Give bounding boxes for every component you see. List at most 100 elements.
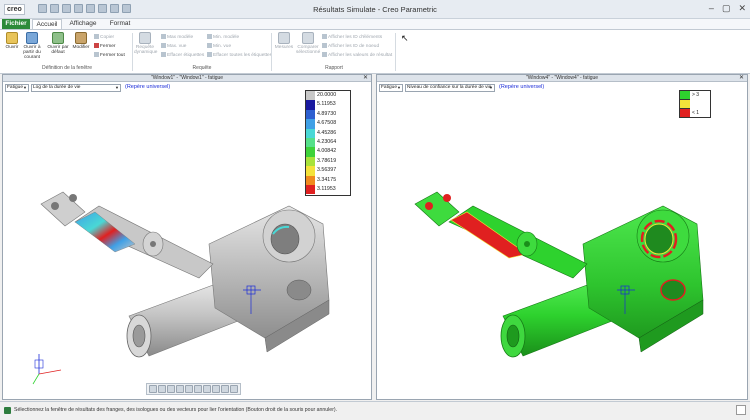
chevron-down-icon: ▼ bbox=[23, 85, 27, 90]
status-bar: Sélectionnez la fenêtre de résultats des… bbox=[0, 401, 750, 420]
node-id-icon bbox=[322, 43, 327, 48]
close-icon[interactable]: ✕ bbox=[739, 75, 744, 82]
tab-home[interactable]: Accueil bbox=[32, 19, 62, 29]
default-window-icon bbox=[52, 32, 64, 44]
copy-button[interactable]: Copier bbox=[94, 34, 114, 40]
result-window-left[interactable]: "Window1" - "Window1" - fatigue ✕ Fatigu… bbox=[2, 74, 372, 400]
show-result-values-button[interactable]: Afficher les valeurs de résultat bbox=[322, 52, 392, 58]
result-window-right[interactable]: "Window4" - "Window4" - fatigue ✕ Fatigu… bbox=[376, 74, 748, 400]
window-title: Résultats Simulate - Creo Parametric bbox=[313, 5, 437, 14]
max-view-icon bbox=[161, 43, 166, 48]
window-open-icon bbox=[26, 32, 38, 44]
legend-value: 20.0000 bbox=[317, 92, 337, 98]
query-icon bbox=[139, 32, 151, 44]
legend-swatch bbox=[680, 100, 690, 109]
legend-swatch bbox=[680, 109, 690, 118]
zoom-in-icon[interactable] bbox=[158, 385, 166, 393]
group-label-window: Définition de la fenêtre bbox=[41, 65, 93, 71]
view-toolbar bbox=[146, 383, 241, 395]
group-separator bbox=[271, 33, 272, 71]
tube-bore bbox=[132, 324, 146, 348]
compare-selected-button[interactable]: Comparer sélectionné bbox=[296, 32, 320, 55]
legend-value: 4.00842 bbox=[317, 148, 337, 155]
legend-value: 3.34175 bbox=[317, 176, 337, 183]
measures-button[interactable]: Mesures bbox=[274, 32, 294, 50]
selection-filter-icon[interactable] bbox=[736, 405, 746, 415]
zoom-out-icon[interactable] bbox=[167, 385, 175, 393]
spin-center-icon[interactable] bbox=[230, 385, 238, 393]
analysis-select-left[interactable]: Fatigue ▼ bbox=[5, 84, 29, 92]
element-id-icon bbox=[322, 34, 327, 39]
tab-format[interactable]: Format bbox=[104, 19, 136, 29]
legend-swatch bbox=[306, 147, 315, 157]
show-node-ids-button[interactable]: Afficher les ID de noeud bbox=[322, 43, 379, 49]
legend-value: 3.56397 bbox=[317, 167, 337, 174]
annotation-display-icon[interactable] bbox=[221, 385, 229, 393]
min-view-button[interactable]: Min. vue bbox=[207, 43, 231, 49]
ruler-icon bbox=[278, 32, 290, 44]
legend-swatch bbox=[680, 91, 690, 100]
analysis-select-right[interactable]: Fatigue ▼ bbox=[379, 84, 403, 92]
dynamic-query-button[interactable]: Requête dynamique bbox=[134, 32, 157, 55]
mouse-cursor-icon: ↖ bbox=[401, 33, 409, 43]
boss-hole bbox=[524, 241, 530, 247]
eraser-all-icon bbox=[207, 52, 212, 57]
saved-views-icon[interactable] bbox=[194, 385, 202, 393]
tab-view[interactable]: Affichage bbox=[64, 19, 102, 29]
compare-icon bbox=[302, 32, 314, 44]
reference-frame-label: (Repère universel) bbox=[125, 84, 171, 90]
folder-icon bbox=[6, 32, 18, 44]
refit-icon[interactable] bbox=[149, 385, 157, 393]
tip-hole bbox=[69, 194, 77, 202]
pin-hole-bottom bbox=[660, 279, 686, 301]
show-element-ids-button[interactable]: Afficher les ID d'éléments bbox=[322, 34, 382, 40]
orient-icon[interactable] bbox=[185, 385, 193, 393]
copy-icon bbox=[94, 34, 99, 39]
close-all-button[interactable]: Fermer tout bbox=[94, 52, 125, 58]
clear-all-labels-button[interactable]: Effacer toutes les étiquettes bbox=[207, 52, 272, 58]
window-title-left: "Window1" - "Window1" - fatigue ✕ bbox=[3, 75, 371, 82]
close-x-icon bbox=[94, 43, 99, 48]
close-icon[interactable]: ✕ bbox=[363, 75, 368, 82]
chevron-down-icon: ▼ bbox=[115, 85, 119, 90]
display-style-icon[interactable] bbox=[203, 385, 211, 393]
legend-value: 4.67508 bbox=[317, 120, 337, 127]
pin-hole-bottom bbox=[286, 279, 312, 301]
group-label-report: Rapport bbox=[325, 65, 343, 71]
status-icon bbox=[4, 407, 11, 414]
max-view-button[interactable]: Max. vue bbox=[161, 43, 186, 49]
fringe-legend-right: > 3 < 1 bbox=[679, 90, 711, 118]
quantity-select-right[interactable]: Niveau de confiance sur la durée de vie ▼ bbox=[405, 84, 495, 92]
quantity-select-left[interactable]: Log de la durée de vie ▼ bbox=[31, 84, 121, 92]
close-icon[interactable]: ✕ bbox=[738, 3, 746, 14]
open-button[interactable]: Ouvrir bbox=[3, 32, 21, 50]
min-icon bbox=[207, 34, 212, 39]
min-model-button[interactable]: Min. modèle bbox=[207, 34, 239, 40]
status-message: Sélectionnez la fenêtre de résultats des… bbox=[14, 407, 338, 413]
open-default-button[interactable]: Ouvrir par défaut bbox=[47, 32, 69, 55]
tab-file[interactable]: Fichier bbox=[2, 19, 30, 29]
open-from-current-button[interactable]: Ouvrir à partir du courant bbox=[21, 32, 43, 60]
window-controls: – ▢ ✕ bbox=[709, 3, 746, 14]
datum-display-icon[interactable] bbox=[212, 385, 220, 393]
clear-labels-button[interactable]: Effacer étiquettes bbox=[161, 52, 204, 58]
tip-hole bbox=[425, 202, 433, 210]
pencil-icon bbox=[75, 32, 87, 44]
min-view-icon bbox=[207, 43, 212, 48]
model-viewport-right[interactable] bbox=[377, 94, 749, 399]
legend-swatch bbox=[306, 100, 315, 110]
repaint-icon[interactable] bbox=[176, 385, 184, 393]
legend-swatch bbox=[306, 166, 315, 176]
legend-value: 5.11953 bbox=[317, 101, 336, 108]
modify-button[interactable]: Modifier bbox=[72, 32, 90, 50]
minimize-icon[interactable]: – bbox=[709, 3, 714, 14]
chevron-down-icon: ▼ bbox=[489, 85, 493, 90]
ribbon-tabs: Fichier Accueil Affichage Format bbox=[0, 19, 750, 29]
legend-value: 4.23064 bbox=[317, 139, 337, 145]
max-model-button[interactable]: Max modèle bbox=[161, 34, 193, 40]
maximize-icon[interactable]: ▢ bbox=[722, 3, 731, 14]
legend-value: 4.89730 bbox=[317, 110, 337, 117]
pin-hole-top bbox=[644, 223, 674, 255]
close-button[interactable]: Fermer bbox=[94, 43, 115, 49]
legend-swatch bbox=[306, 91, 315, 101]
